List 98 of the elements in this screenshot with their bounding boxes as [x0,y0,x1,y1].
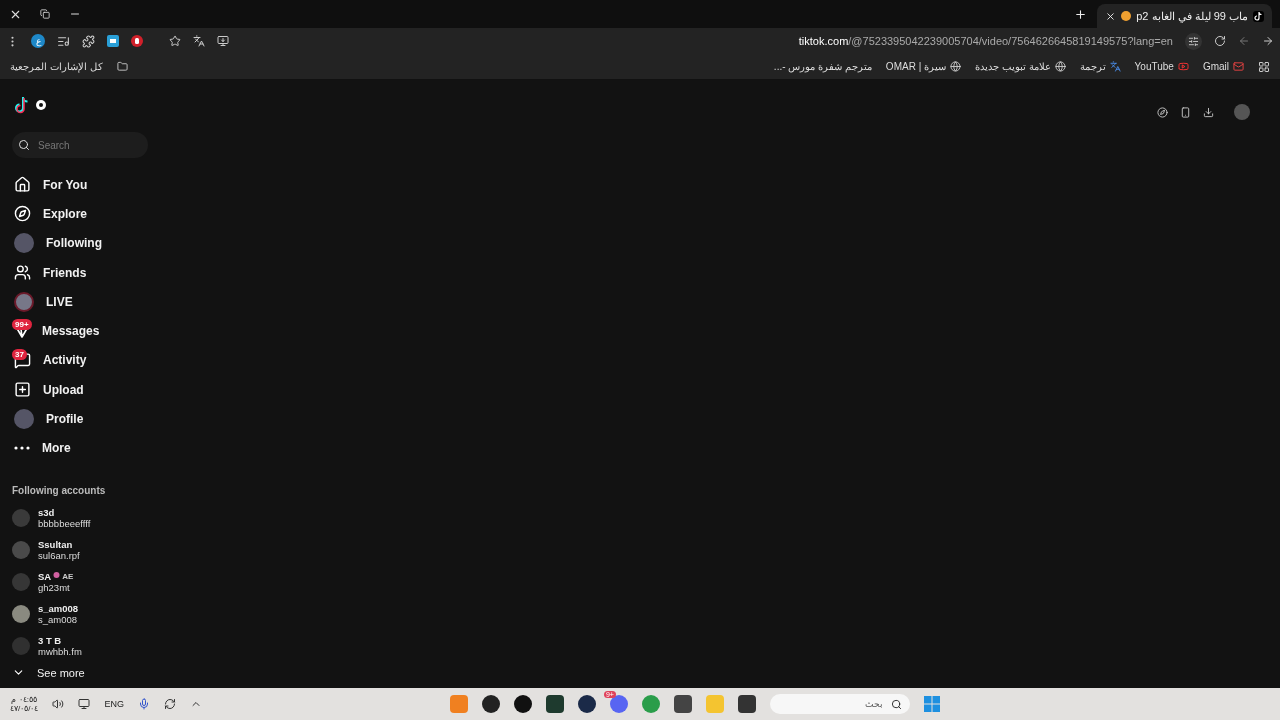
dots-icon [14,446,30,451]
emoji-icon [1121,11,1132,21]
nav-item[interactable]: 37 Activity [12,345,148,376]
search-input[interactable]: بحث [777,694,885,714]
avatar [12,508,30,527]
settings-icon[interactable] [1185,32,1202,50]
app-icon[interactable] [481,695,500,713]
all-bookmarks[interactable]: كل الإشارات المرجعية [10,61,103,72]
account-name: s3d [38,506,55,518]
windows-icon[interactable] [923,696,940,712]
translate-icon [1109,61,1121,72]
forward-icon[interactable] [1262,35,1274,47]
account-item[interactable]: s_am008 s_am008 [12,597,148,630]
avatar[interactable] [1234,104,1250,120]
bookmark[interactable]: سيرة | OMAR [885,61,946,72]
restore-icon[interactable] [40,9,50,19]
close-icon[interactable] [1105,10,1117,22]
music-note-icon [1253,10,1264,22]
avatar [12,540,30,559]
back-icon[interactable] [1238,35,1250,47]
bookmark[interactable]: ترجمة [1079,61,1106,72]
account-name: 3 T B [38,634,62,646]
avatar [12,572,30,591]
app-icon[interactable] [737,695,756,713]
account-item[interactable]: SA AE gh23mt [12,565,148,598]
nav-item[interactable]: 99+ Messages [12,316,148,346]
phone-icon[interactable] [1180,106,1191,118]
play-icon [1177,61,1189,72]
nav-item[interactable]: Explore [12,199,148,229]
avatar [14,409,34,429]
nav-item[interactable]: More [12,433,148,463]
compass-icon [14,205,31,223]
account-handle: sul6an.rpf [38,549,80,561]
nav-item[interactable]: Profile [12,404,148,434]
see-more-button[interactable]: See more [12,661,148,684]
nav-item[interactable]: Following [12,228,148,258]
search-input[interactable]: Search [36,132,142,158]
app-icon[interactable] [513,695,532,713]
nav-item[interactable]: LIVE [12,287,148,317]
browser-tab[interactable]: ماب 99 ليلة في الغابه p2 [1097,4,1272,28]
globe-icon [950,61,961,72]
puzzle-icon[interactable] [82,34,95,48]
account-name: s_am008 [38,602,79,614]
apps-icon[interactable] [1258,60,1270,73]
mail-icon [1233,61,1244,72]
extension-icon[interactable] [107,35,119,47]
account-item[interactable]: 3 T B mwhbh.fm [12,629,148,662]
search-icon [890,698,902,710]
compass-icon[interactable] [1157,106,1168,118]
star-icon[interactable] [169,35,181,47]
bookmark[interactable]: علامة تبويب جديدة [975,61,1051,72]
nav-item[interactable]: For You [12,170,148,200]
monitor-icon[interactable] [78,698,91,710]
download-icon[interactable] [1203,106,1214,118]
nav-item[interactable]: Friends [12,257,148,288]
account-name: Ssultan [38,538,73,550]
translate-icon[interactable] [193,35,205,47]
avatar [14,233,34,254]
avatar [14,291,34,312]
section-title: Following accounts [12,484,107,496]
install-icon[interactable] [217,35,229,47]
account-handle: s_am008 [38,613,79,625]
bookmark[interactable]: مترجم شفرة مورس -... [773,61,872,72]
bookmark[interactable]: YouTube [1134,61,1174,72]
volume-icon[interactable] [52,698,65,710]
account-item[interactable]: s3d bbbbbeeeffff [12,501,148,534]
tab-title: ماب 99 ليلة في الغابه p2 [1136,9,1248,23]
account-name: SA [38,570,52,582]
new-tab-button[interactable] [1074,7,1088,21]
app-icon[interactable] [577,695,596,713]
account-item[interactable]: Ssultan sul6an.rpf [12,533,148,566]
app-icon[interactable] [545,695,564,713]
bookmark[interactable]: Gmail [1202,61,1229,72]
home-icon [14,176,31,194]
count-badge: 37 [12,348,27,360]
sync-icon[interactable] [163,698,176,710]
playlist-icon[interactable] [57,34,70,48]
clock[interactable]: ٠٤:٥٥ م ٤٧/٠٥/٠٤ [10,695,39,713]
plus-square-icon [14,381,31,399]
people-icon [14,264,31,282]
profile-avatar[interactable]: ع [31,34,45,48]
microphone-icon[interactable] [137,698,150,710]
search-field[interactable]: Search [12,132,148,158]
account-handle: mwhbh.fm [38,645,82,657]
count-badge: 99+ [12,319,32,331]
account-handle: bbbbbeeeffff [38,517,91,529]
globe-icon [1054,61,1066,72]
search-icon [18,139,30,151]
account-suffix: AE [62,571,74,581]
app-icon[interactable] [673,695,692,713]
search-field[interactable]: بحث [769,694,910,714]
avatar [12,604,30,623]
language-indicator[interactable]: ENG [104,699,124,709]
account-handle: gh23mt [38,581,71,593]
avatar [12,636,30,655]
address-bar[interactable]: tiktok.com/@7523395042239005704/video/7564626645819149575?lang=en [798,35,1173,47]
nav-item[interactable]: Upload [12,375,148,405]
reload-icon[interactable] [1214,35,1226,47]
